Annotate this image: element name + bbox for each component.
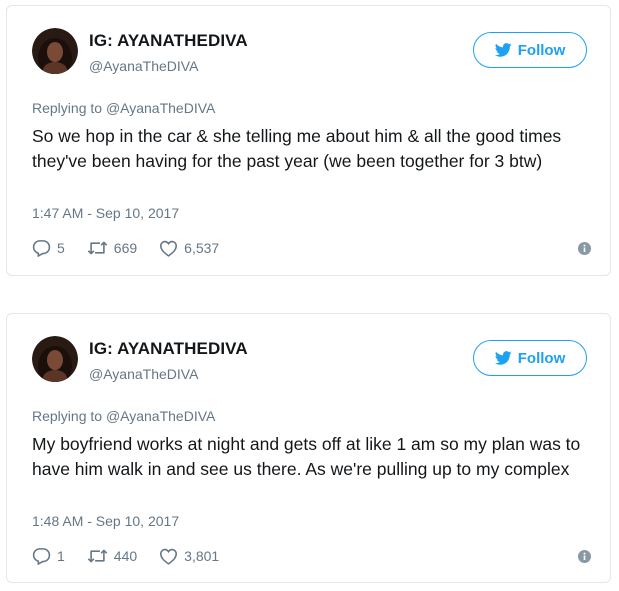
replying-to: Replying to @AyanaTheDIVA	[32, 408, 215, 424]
like-action[interactable]: 3,801	[159, 548, 219, 565]
like-count: 3,801	[184, 548, 220, 564]
follow-button[interactable]: Follow	[473, 340, 587, 376]
replying-prefix: Replying to	[32, 100, 103, 116]
tweet-card[interactable]: IG: AYANATHEDIVA @AyanaTheDIVA Follow Re…	[6, 5, 611, 276]
tweet-card[interactable]: IG: AYANATHEDIVA @AyanaTheDIVA Follow Re…	[6, 313, 611, 583]
retweet-count: 440	[113, 548, 138, 564]
tweet-text: So we hop in the car & she telling me ab…	[32, 126, 562, 171]
retweet-action[interactable]: 669	[87, 240, 137, 256]
reply-icon	[32, 547, 51, 565]
tweet-actions: 5 669 6,537	[32, 237, 241, 259]
follow-label: Follow	[517, 349, 566, 367]
timestamp[interactable]: 1:48 AM - Sep 10, 2017	[32, 513, 179, 529]
reply-count: 5	[57, 240, 65, 256]
reply-action[interactable]: 5	[32, 239, 65, 257]
follow-label: Follow	[517, 41, 566, 59]
reply-count: 1	[57, 548, 65, 564]
avatar[interactable]	[32, 28, 78, 74]
replying-handle-link[interactable]: @AyanaTheDIVA	[106, 100, 215, 116]
info-icon[interactable]	[578, 242, 591, 255]
retweet-action[interactable]: 440	[87, 548, 137, 564]
twitter-bird-icon	[494, 351, 512, 365]
avatar[interactable]	[32, 336, 78, 382]
info-icon[interactable]	[578, 550, 591, 563]
reply-action[interactable]: 1	[32, 547, 65, 565]
retweet-count: 669	[113, 240, 138, 256]
timestamp[interactable]: 1:47 AM - Sep 10, 2017	[32, 205, 179, 221]
reply-icon	[32, 239, 51, 257]
like-action[interactable]: 6,537	[159, 240, 219, 257]
display-name[interactable]: IG: AYANATHEDIVA	[89, 339, 248, 359]
retweet-icon	[87, 548, 108, 564]
replying-handle-link[interactable]: @AyanaTheDIVA	[106, 408, 215, 424]
user-handle[interactable]: @AyanaTheDIVA	[89, 366, 198, 382]
heart-icon	[159, 240, 178, 257]
user-handle[interactable]: @AyanaTheDIVA	[89, 58, 198, 74]
twitter-bird-icon	[494, 43, 512, 57]
retweet-icon	[87, 240, 108, 256]
display-name[interactable]: IG: AYANATHEDIVA	[89, 31, 248, 51]
tweet-actions: 1 440 3,801	[32, 545, 241, 567]
tweet-text: My boyfriend works at night and gets off…	[32, 434, 581, 479]
heart-icon	[159, 548, 178, 565]
replying-to: Replying to @AyanaTheDIVA	[32, 100, 215, 116]
follow-button[interactable]: Follow	[473, 32, 587, 68]
like-count: 6,537	[184, 240, 220, 256]
replying-prefix: Replying to	[32, 408, 103, 424]
